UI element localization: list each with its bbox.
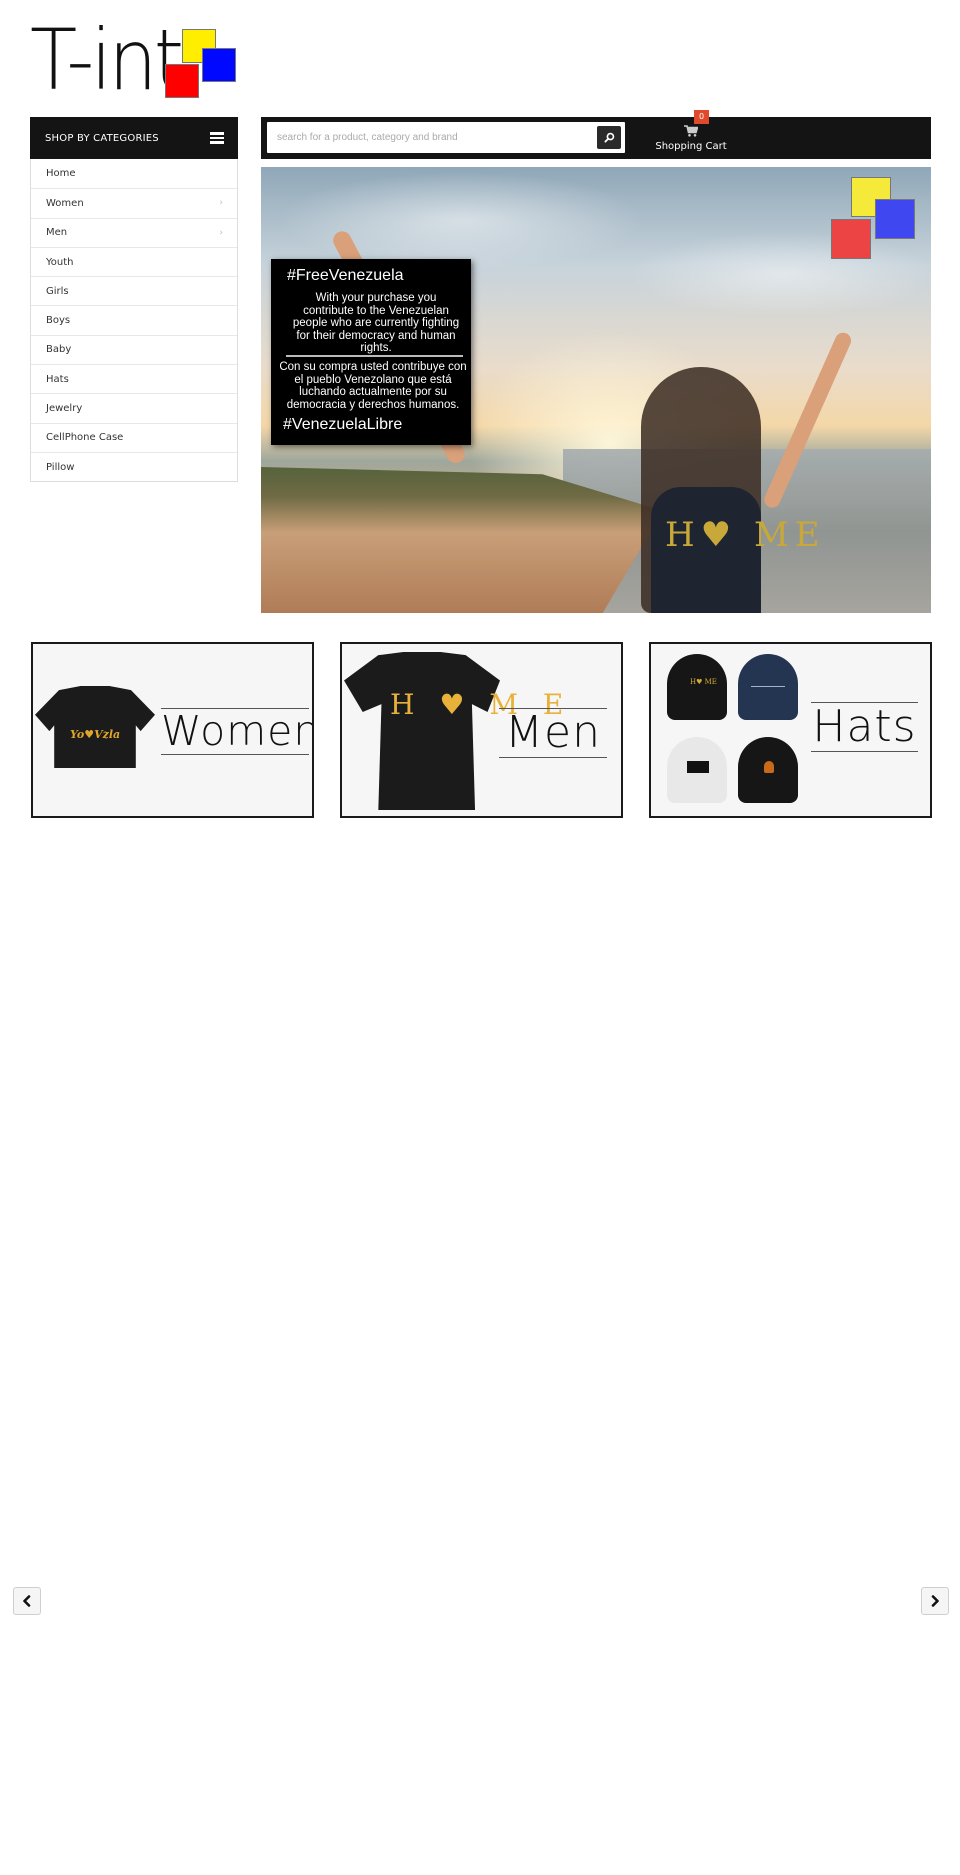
cart-icon bbox=[684, 125, 698, 137]
sidebar-item-label: Boys bbox=[46, 315, 71, 327]
category-sidebar: SHOP BY CATEGORIES Home Women › Men › Yout… bbox=[30, 117, 238, 483]
cart-label: Shopping Cart bbox=[655, 141, 727, 152]
site-logo[interactable]: T-int bbox=[30, 18, 240, 104]
hero-title: #FreeVenezuela bbox=[287, 267, 404, 284]
sidebar-title: SHOP BY CATEGORIES bbox=[45, 132, 159, 144]
sidebar-item-jewelry[interactable]: Jewelry bbox=[31, 393, 237, 423]
category-banner-women[interactable]: Yo♥Vzla Women bbox=[31, 642, 314, 818]
hat-print: H♥ ME bbox=[690, 678, 717, 686]
sidebar-header[interactable]: SHOP BY CATEGORIES bbox=[30, 117, 238, 159]
chevron-right-icon: › bbox=[219, 198, 223, 209]
hero-message-card: #FreeVenezuela With your purchase you co… bbox=[271, 259, 471, 445]
logo-blue-square bbox=[202, 48, 236, 82]
sidebar-item-label: Women bbox=[46, 197, 84, 209]
sidebar-item-girls[interactable]: Girls bbox=[31, 276, 237, 306]
sidebar-item-label: Girls bbox=[46, 285, 69, 297]
sidebar-item-men[interactable]: Men › bbox=[31, 217, 237, 247]
chevron-right-icon bbox=[931, 1595, 939, 1607]
women-tshirt-image bbox=[35, 686, 155, 768]
hat-image-navy bbox=[738, 654, 798, 720]
shopping-cart-button[interactable]: 0 Shopping Cart bbox=[641, 110, 741, 159]
sidebar-list: Home Women › Men › Youth Girls Boys Baby H… bbox=[30, 159, 238, 483]
sidebar-item-women[interactable]: Women › bbox=[31, 188, 237, 218]
sidebar-item-label: Jewelry bbox=[46, 403, 83, 415]
category-label: Women bbox=[161, 707, 314, 755]
sidebar-item-boys[interactable]: Boys bbox=[31, 305, 237, 335]
search-box bbox=[267, 122, 625, 153]
search-button[interactable] bbox=[597, 126, 621, 149]
chevron-right-icon: › bbox=[219, 227, 223, 238]
hero-red-square bbox=[831, 219, 871, 259]
sidebar-item-youth[interactable]: Youth bbox=[31, 246, 237, 277]
category-banner-men[interactable]: H ♥ M E Men bbox=[340, 642, 623, 818]
sidebar-item-home[interactable]: Home bbox=[31, 159, 237, 189]
women-tshirt-print: Yo♥Vzla bbox=[70, 728, 121, 741]
hamburger-icon[interactable] bbox=[210, 132, 224, 144]
hero-shirt-text: H♥ ME bbox=[665, 515, 826, 555]
category-banner-hats[interactable]: H♥ ME Hats bbox=[649, 642, 932, 818]
sidebar-item-label: Youth bbox=[46, 256, 74, 268]
carousel-next-button[interactable] bbox=[921, 1587, 949, 1615]
top-bar: 0 Shopping Cart bbox=[261, 110, 931, 159]
hero-text-spanish: Con su compra usted contribuye con el pu… bbox=[279, 361, 467, 411]
sidebar-item-label: Hats bbox=[46, 373, 69, 385]
chevron-left-icon bbox=[23, 1595, 31, 1607]
hero-text-english: With your purchase you contribute to the… bbox=[292, 292, 460, 354]
hat-image-black bbox=[667, 654, 727, 720]
hat-print-logo bbox=[764, 761, 774, 773]
cart-count-badge: 0 bbox=[694, 110, 709, 124]
sidebar-item-hats[interactable]: Hats bbox=[31, 364, 237, 394]
carousel-prev-button[interactable] bbox=[13, 1587, 41, 1615]
search-icon bbox=[603, 132, 614, 143]
hero-banner[interactable]: H♥ ME #FreeVenezuela With your purchase … bbox=[261, 167, 931, 613]
sidebar-item-label: Home bbox=[46, 168, 76, 180]
sidebar-item-label: CellPhone Case bbox=[46, 432, 124, 444]
hat-print-line bbox=[751, 686, 785, 687]
men-tshirt-image bbox=[344, 652, 500, 810]
hero-blue-square bbox=[875, 199, 915, 239]
search-input[interactable] bbox=[267, 122, 587, 153]
category-label: Hats bbox=[811, 701, 918, 752]
hero-divider bbox=[286, 355, 463, 357]
hero-logo-squares bbox=[831, 177, 916, 262]
sidebar-item-label: Baby bbox=[46, 344, 72, 356]
sidebar-item-pillow[interactable]: Pillow bbox=[31, 451, 237, 482]
sidebar-item-baby[interactable]: Baby bbox=[31, 334, 237, 365]
category-label: Men bbox=[499, 708, 607, 758]
hat-print-logo bbox=[687, 761, 709, 773]
sidebar-item-label: Pillow bbox=[46, 461, 75, 473]
logo-text: T-int bbox=[30, 11, 184, 109]
logo-red-square bbox=[165, 64, 199, 98]
hero-tagline: #VenezuelaLibre bbox=[283, 416, 403, 433]
sidebar-item-label: Men bbox=[46, 227, 68, 239]
sidebar-item-cellphone-case[interactable]: CellPhone Case bbox=[31, 422, 237, 452]
